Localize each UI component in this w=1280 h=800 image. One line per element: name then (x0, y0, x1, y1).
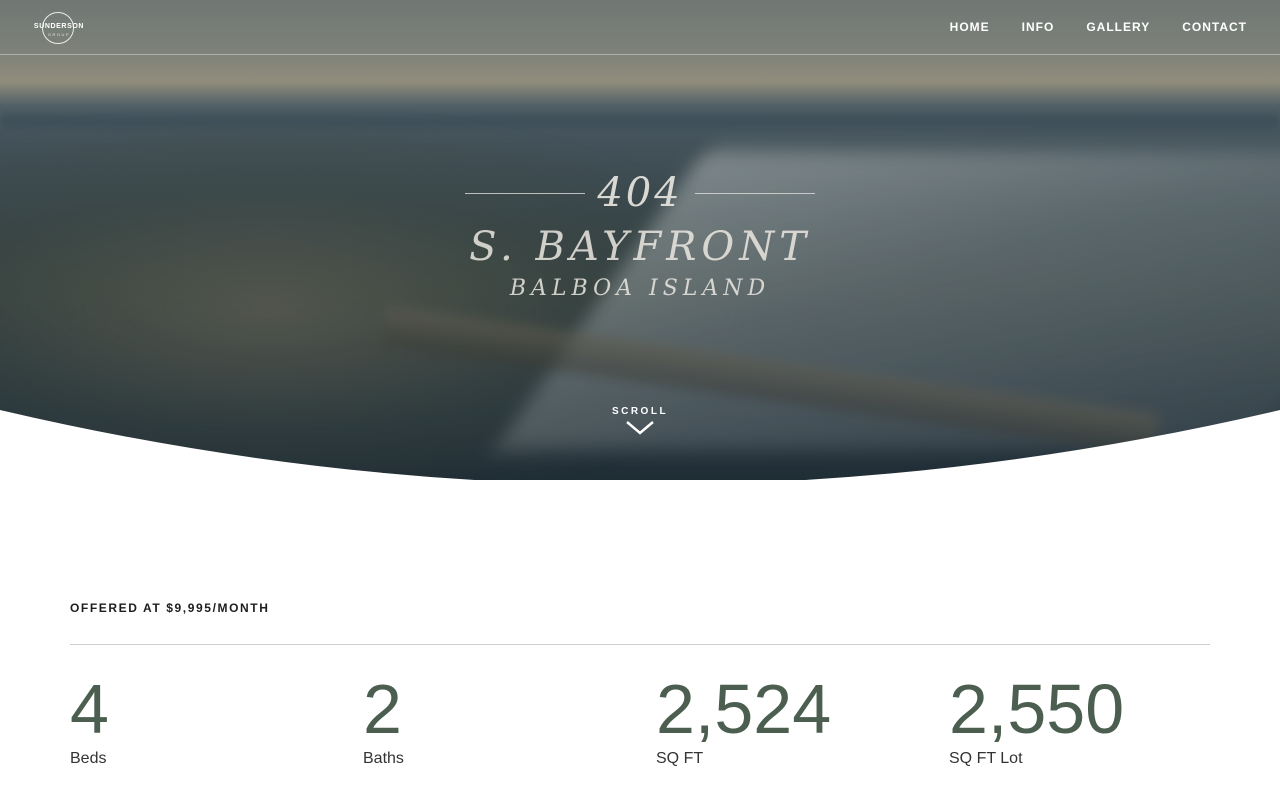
property-number: 404 (597, 170, 683, 216)
logo-text: SUNDERSON (33, 23, 85, 30)
scroll-label: SCROLL (611, 406, 669, 417)
top-navigation: SUNDERSON GROUP HOME INFO GALLERY CONTAC… (0, 0, 1280, 55)
stat-lot: 2,550 SQ FT Lot (949, 672, 1242, 768)
stat-label: SQ FT (656, 750, 704, 767)
stat-label: Baths (363, 750, 404, 767)
stat-value: 2,550 (949, 670, 1125, 748)
property-title: 404 S. BAYFRONT BALBOA ISLAND (440, 170, 840, 301)
stat-value: 2,524 (656, 670, 832, 748)
nav-gallery[interactable]: GALLERY (1086, 20, 1150, 34)
stat-label: SQ FT Lot (949, 750, 1023, 767)
stat-label: Beds (70, 750, 107, 767)
main-nav: HOME INFO GALLERY CONTACT (950, 20, 1247, 34)
chevron-down-icon (626, 421, 654, 435)
property-street: S. BAYFRONT (469, 224, 811, 270)
title-rule-right (695, 193, 815, 194)
scroll-indicator[interactable]: SCROLL (590, 406, 690, 436)
logo-subtext: GROUP (47, 32, 71, 37)
stat-baths: 2 Baths (363, 672, 656, 768)
stat-beds: 4 Beds (70, 672, 363, 768)
title-rule-left (465, 193, 585, 194)
stat-value: 2 (363, 670, 402, 748)
offer-price: OFFERED AT $9,995/MONTH (70, 601, 270, 615)
property-area: BALBOA ISLAND (509, 276, 771, 301)
stat-sqft: 2,524 SQ FT (656, 672, 949, 768)
section-divider (70, 644, 1210, 645)
nav-contact[interactable]: CONTACT (1182, 20, 1247, 34)
stat-value: 4 (70, 670, 109, 748)
title-number-row: 404 (440, 170, 840, 216)
logo[interactable]: SUNDERSON GROUP (33, 12, 85, 44)
property-stats: 4 Beds 2 Baths 2,524 SQ FT 2,550 SQ FT L… (70, 672, 1242, 768)
nav-home[interactable]: HOME (950, 20, 990, 34)
nav-info[interactable]: INFO (1022, 20, 1055, 34)
